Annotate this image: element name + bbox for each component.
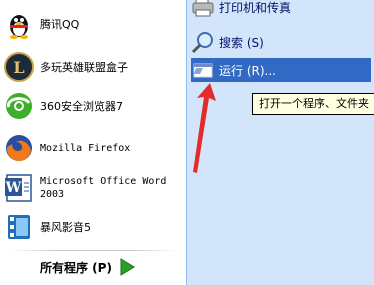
run-item[interactable]: 运行 (R)... <box>191 58 371 82</box>
start-menu-programs-pane: 腾讯QQ L 多玩英雄联盟盒子 360安全浏览器7 Mozilla Firefo… <box>0 0 186 285</box>
all-programs-button[interactable]: 所有程序 (P) <box>40 257 136 277</box>
360-browser-icon <box>4 91 34 121</box>
printer-icon <box>191 0 215 18</box>
program-label-line2: 2003 <box>40 189 65 200</box>
program-item-baofeng[interactable]: 暴风影音5 <box>4 211 184 243</box>
program-item-word-2003[interactable]: W Microsoft Office Word 2003 <box>4 172 184 204</box>
program-item-lol-box[interactable]: L 多玩英雄联盟盒子 <box>4 51 184 83</box>
program-item-firefox[interactable]: Mozilla Firefox <box>4 132 184 164</box>
program-label: Microsoft Office Word 2003 <box>40 175 166 201</box>
program-label: Mozilla Firefox <box>40 142 131 154</box>
program-label: 腾讯QQ <box>40 17 80 31</box>
search-item[interactable]: 搜索 (S) <box>191 30 371 54</box>
program-label: 暴风影音5 <box>40 220 91 234</box>
program-item-qq[interactable]: 腾讯QQ <box>4 8 184 40</box>
search-label: 搜索 (S) <box>219 35 264 50</box>
divider <box>8 250 178 251</box>
run-label: 运行 (R)... <box>219 63 276 78</box>
search-magnifier-icon <box>191 31 215 54</box>
run-tooltip: 打开一个程序、文件夹 <box>252 93 374 115</box>
program-label-line1: Microsoft Office Word <box>40 176 167 187</box>
baofeng-player-icon <box>4 212 34 242</box>
qq-penguin-icon <box>4 9 34 39</box>
all-programs-label: 所有程序 (P) <box>40 260 112 275</box>
league-of-legends-box-icon: L <box>4 52 34 82</box>
run-icon <box>191 59 215 81</box>
firefox-icon <box>4 133 34 163</box>
annotation-arrow-icon <box>193 83 216 173</box>
program-label: 360安全浏览器7 <box>40 99 123 113</box>
green-arrow-icon <box>118 257 136 277</box>
printers-faxes-label: 打印机和传真 <box>219 0 292 15</box>
printers-faxes-item[interactable]: 打印机和传真 <box>191 0 371 19</box>
word-icon: W <box>4 173 34 203</box>
svg-text:L: L <box>13 58 24 77</box>
program-label: 多玩英雄联盟盒子 <box>40 60 128 74</box>
svg-text:W: W <box>5 180 22 196</box>
program-item-360-browser[interactable]: 360安全浏览器7 <box>4 90 184 122</box>
